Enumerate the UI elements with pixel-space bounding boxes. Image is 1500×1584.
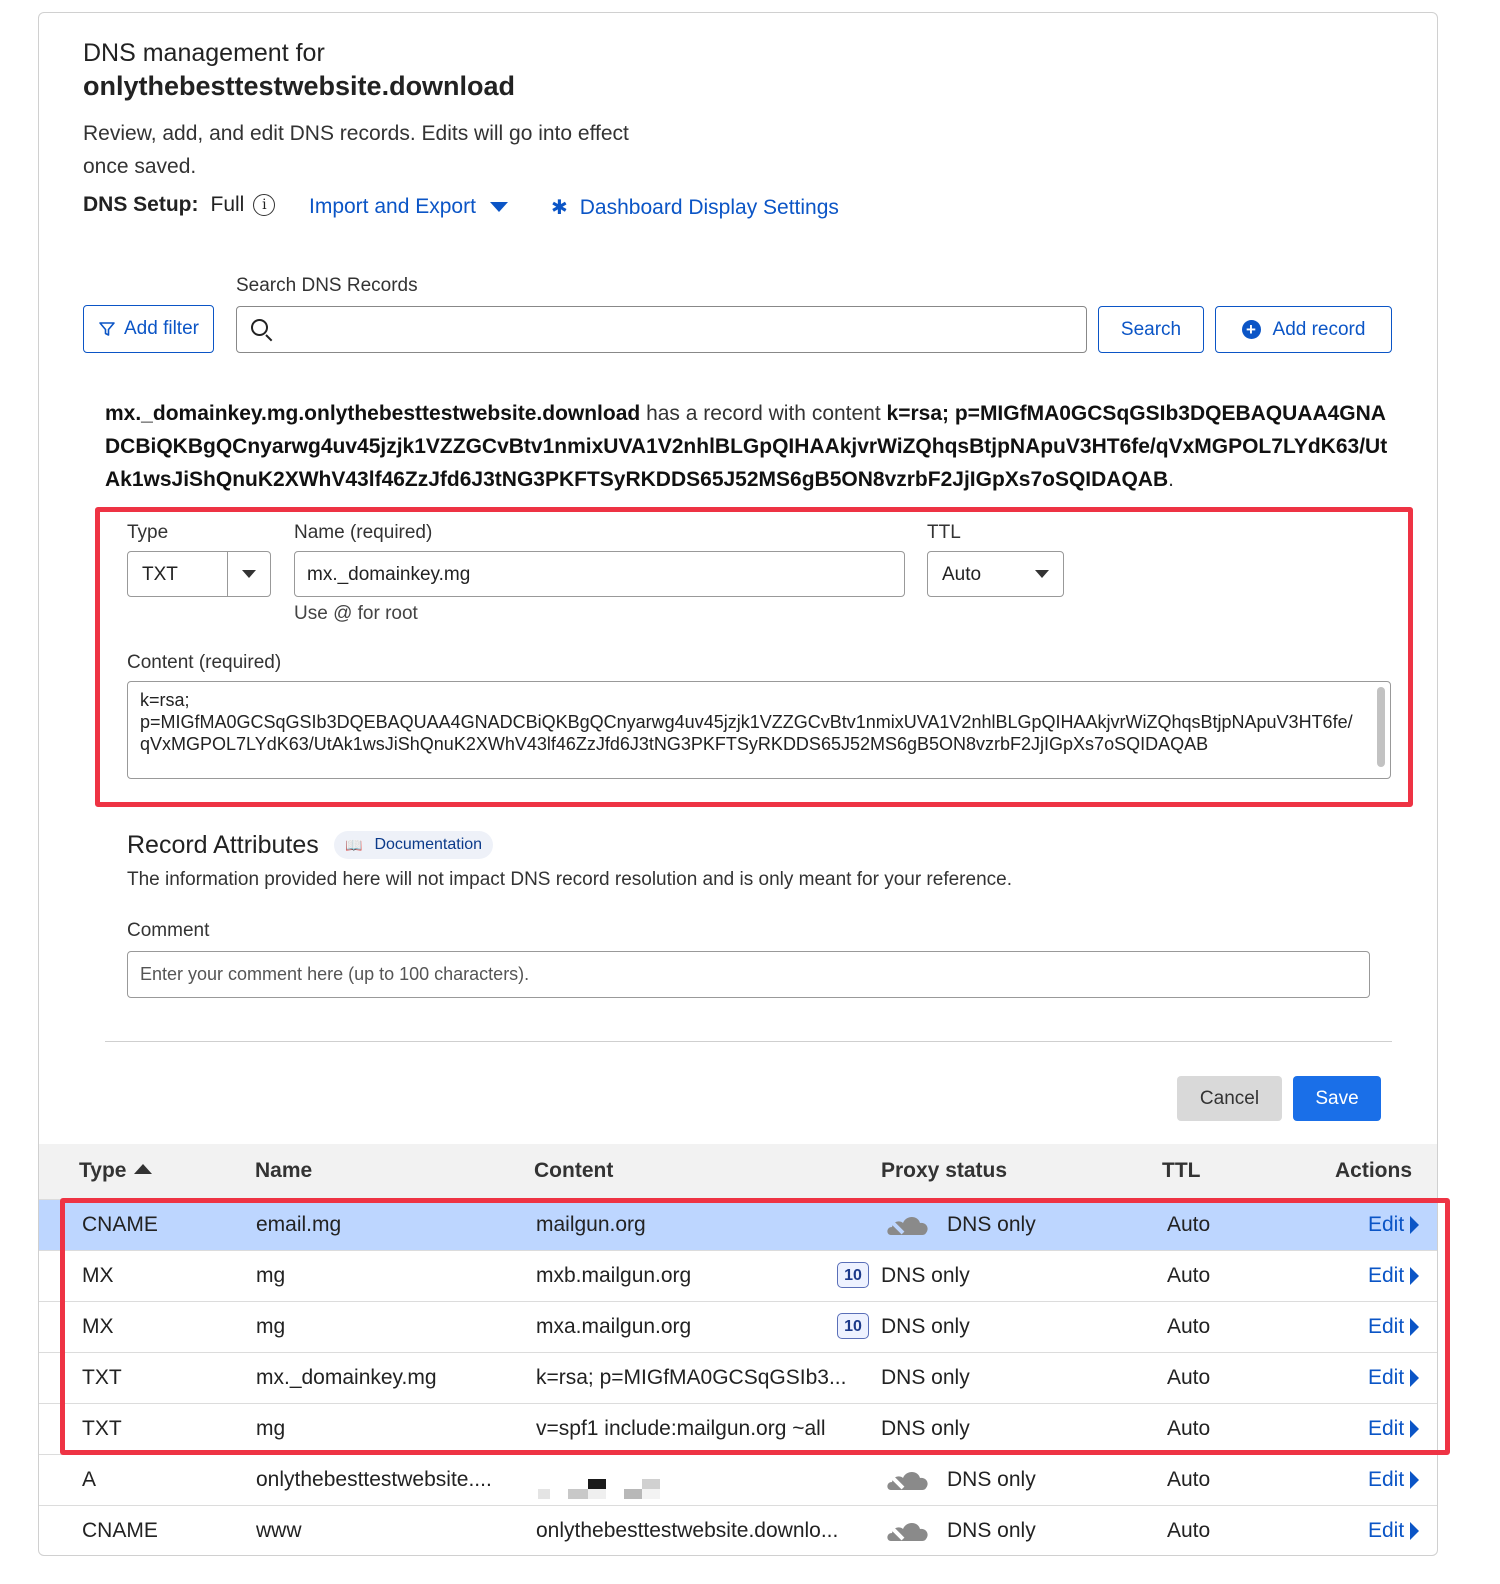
type-select-value: TXT: [142, 564, 178, 585]
gear-icon: ✱: [551, 197, 568, 219]
page-title-prefix: DNS management for: [83, 39, 325, 67]
documentation-link[interactable]: 📖 Documentation: [334, 831, 494, 859]
filter-icon: [99, 322, 115, 336]
name-input[interactable]: mx._domainkey.mg: [294, 551, 905, 597]
caret-right-icon: [1410, 1522, 1420, 1540]
caret-right-icon: [1410, 1471, 1420, 1489]
cloud-icon: [887, 1523, 928, 1541]
import-export-dropdown[interactable]: Import and Export: [309, 195, 508, 219]
column-header-ttl[interactable]: TTL: [1162, 1159, 1200, 1183]
save-button[interactable]: Save: [1293, 1076, 1381, 1121]
edit-label: Edit: [1368, 1519, 1405, 1542]
info-icon[interactable]: i: [253, 194, 276, 216]
dashboard-settings-label: Dashboard Display Settings: [579, 195, 839, 219]
summary-record-name: mx._domainkey.mg.onlythebesttestwebsite.…: [105, 402, 641, 425]
cloud-icon: [887, 1472, 928, 1490]
page-title-domain: onlythebesttestwebsite.download: [83, 71, 516, 101]
dns-setup: DNS Setup: Full i: [83, 193, 276, 217]
content-textarea[interactable]: k=rsa; p=MIGfMA0GCSqGSIb3DQEBAQUAA4GNADC…: [127, 681, 1391, 779]
search-button-label: Search: [1120, 318, 1182, 340]
book-icon: 📖: [345, 836, 363, 853]
row-name: www: [256, 1519, 302, 1542]
add-filter-label: Add filter: [124, 318, 199, 339]
summary-end: .: [1168, 468, 1174, 491]
ttl-select[interactable]: Auto: [927, 551, 1064, 597]
column-header-actions: Actions: [1335, 1159, 1413, 1182]
search-icon: [251, 319, 268, 336]
cancel-button[interactable]: Cancel: [1177, 1076, 1282, 1121]
row-ttl: Auto: [1167, 1468, 1211, 1491]
edit-label: Edit: [1368, 1468, 1405, 1491]
caret-down-icon: [489, 202, 508, 212]
dashboard-display-settings-link[interactable]: ✱ Dashboard Display Settings: [551, 195, 839, 220]
ttl-label: TTL: [927, 522, 961, 543]
comment-label: Comment: [127, 920, 210, 941]
record-summary: mx._domainkey.mg.onlythebesttestwebsite.…: [105, 397, 1395, 496]
redacted-pixels: [538, 1479, 660, 1499]
name-label: Name (required): [294, 522, 433, 543]
search-input[interactable]: [236, 306, 1087, 353]
summary-middle: has a record with content: [640, 402, 887, 425]
chevron-down-icon: [242, 570, 256, 578]
dns-setup-value: Full: [210, 193, 245, 216]
page-description: Review, add, and edit DNS records. Edits…: [83, 122, 629, 178]
row-type: A: [82, 1468, 97, 1491]
record-attributes-title: Record Attributes: [127, 831, 319, 859]
content-label: Content (required): [127, 652, 282, 673]
name-hint: Use @ for root: [294, 603, 418, 624]
documentation-label: Documentation: [374, 836, 483, 853]
type-select-divider: [227, 552, 228, 596]
column-header-type-label: Type: [79, 1159, 127, 1182]
chevron-down-icon: [1035, 570, 1049, 578]
edit-button[interactable]: Edit: [1368, 1468, 1420, 1492]
plus-circle-icon: +: [1241, 320, 1261, 339]
edit-button[interactable]: Edit: [1368, 1519, 1420, 1543]
column-header-type[interactable]: Type: [79, 1159, 153, 1183]
row-type: CNAME: [82, 1519, 158, 1542]
row-proxy-status: DNS only: [947, 1519, 1036, 1542]
row-name: onlythebesttestwebsite....: [256, 1468, 492, 1491]
type-label: Type: [127, 522, 169, 543]
comment-field[interactable]: [127, 951, 1370, 998]
add-record-label: Add record: [1272, 318, 1366, 340]
search-label: Search DNS Records: [236, 275, 418, 296]
type-select[interactable]: TXT: [127, 551, 271, 597]
comment-input[interactable]: [128, 952, 1369, 997]
highlight-box-records: [60, 1198, 1450, 1455]
row-content: onlythebesttestwebsite.downlo...: [536, 1519, 839, 1542]
row-ttl: Auto: [1167, 1519, 1211, 1542]
dns-setup-label: DNS Setup:: [83, 193, 199, 216]
add-record-button[interactable]: + Add record: [1215, 306, 1392, 353]
table-row[interactable]: CNAME www onlythebesttestwebsite.downlo.…: [39, 1505, 1437, 1555]
ttl-select-value: Auto: [942, 564, 982, 585]
record-attributes-description: The information provided here will not i…: [127, 869, 1012, 890]
column-header-name[interactable]: Name: [255, 1159, 312, 1183]
redacted-ip-content: [536, 1475, 666, 1507]
row-proxy-status: DNS only: [947, 1468, 1036, 1491]
sort-ascending-icon: [134, 1164, 153, 1174]
add-filter-button[interactable]: Add filter: [83, 305, 214, 353]
search-button[interactable]: Search: [1098, 306, 1204, 353]
divider: [105, 1041, 1392, 1042]
import-export-label: Import and Export: [309, 195, 476, 218]
column-header-proxy-status[interactable]: Proxy status: [881, 1159, 1007, 1183]
column-header-content[interactable]: Content: [534, 1159, 613, 1183]
table-header: Type Name Content Proxy status TTL Actio…: [39, 1144, 1437, 1199]
table-row[interactable]: A onlythebesttestwebsite.... DNS only Au…: [39, 1454, 1437, 1506]
content-scrollbar[interactable]: [1377, 687, 1385, 767]
